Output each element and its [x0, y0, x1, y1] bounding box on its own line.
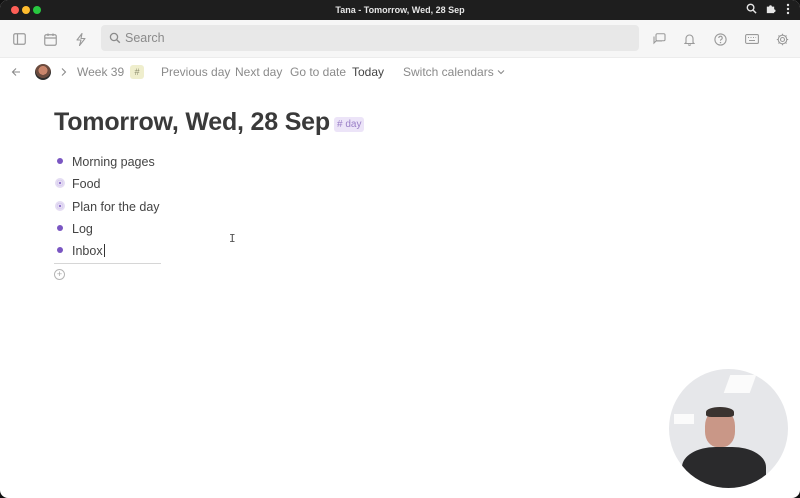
chevron-down-icon: [497, 65, 505, 79]
list-item[interactable]: Inbox: [54, 240, 354, 262]
next-day-button[interactable]: Next day: [235, 58, 282, 86]
mouse-cursor-icon: I: [229, 232, 236, 245]
switch-calendars-label: Switch calendars: [403, 65, 494, 79]
list-item[interactable]: Food: [54, 173, 354, 195]
extension-puzzle-icon[interactable]: [763, 3, 777, 17]
node-label: Inbox: [72, 244, 103, 259]
page-title[interactable]: Tomorrow, Wed, 28 Sep: [54, 108, 330, 137]
more-vertical-icon[interactable]: [781, 3, 795, 17]
calendar-icon[interactable]: [40, 29, 60, 49]
chat-icon[interactable]: [649, 29, 669, 49]
outline-list: Morning pages Food Plan for the day Log …: [54, 151, 354, 262]
zoom-search-icon[interactable]: [744, 3, 758, 17]
app-toolbar: Search: [0, 20, 800, 58]
window-title: Tana - Tomorrow, Wed, 28 Sep: [335, 5, 465, 15]
title-bar: Tana - Tomorrow, Wed, 28 Sep: [0, 0, 800, 20]
node-editor[interactable]: Inbox: [72, 240, 105, 262]
bullet-collapsed-icon[interactable]: [55, 178, 65, 189]
text-caret: [103, 244, 105, 258]
list-item[interactable]: Log: [54, 218, 354, 240]
sidebar-toggle-icon[interactable]: [9, 29, 29, 49]
bullet-icon[interactable]: [57, 158, 63, 164]
keyboard-icon[interactable]: [742, 29, 762, 49]
add-node-icon[interactable]: +: [54, 269, 65, 280]
today-button[interactable]: Today: [352, 58, 384, 86]
node-label[interactable]: Log: [72, 218, 93, 240]
app-window: Tana - Tomorrow, Wed, 28 Sep Search Week…: [0, 0, 800, 498]
webcam-overlay: [669, 369, 788, 488]
node-label[interactable]: Plan for the day: [72, 196, 160, 218]
back-arrow-icon[interactable]: [11, 58, 21, 86]
search-bar[interactable]: Search: [101, 25, 639, 51]
bullet-icon[interactable]: [57, 224, 63, 231]
previous-day-button[interactable]: Previous day: [161, 58, 230, 86]
node-label[interactable]: Morning pages: [72, 151, 155, 173]
breadcrumb-week[interactable]: Week 39: [77, 58, 124, 86]
avatar[interactable]: [35, 64, 51, 80]
day-tag-badge[interactable]: # day: [334, 117, 365, 132]
editing-underline: [54, 263, 161, 264]
gear-icon[interactable]: [772, 29, 792, 49]
switch-calendars-button[interactable]: Switch calendars: [403, 58, 505, 86]
help-icon[interactable]: [710, 29, 730, 49]
search-icon: [109, 31, 121, 49]
bell-icon[interactable]: [679, 29, 699, 49]
chevron-right-icon: [60, 58, 67, 86]
list-item[interactable]: Morning pages: [54, 151, 354, 173]
lightning-icon[interactable]: [71, 29, 91, 49]
list-item[interactable]: Plan for the day: [54, 196, 354, 218]
go-to-date-button[interactable]: Go to date: [290, 58, 346, 86]
search-placeholder: Search: [125, 31, 165, 45]
node-label[interactable]: Food: [72, 173, 101, 195]
bullet-icon[interactable]: [57, 247, 63, 254]
breadcrumb-nav: Week 39 # Previous day Next day Go to da…: [0, 58, 800, 86]
week-tag-badge[interactable]: #: [130, 65, 144, 79]
bullet-collapsed-icon[interactable]: [55, 200, 65, 211]
